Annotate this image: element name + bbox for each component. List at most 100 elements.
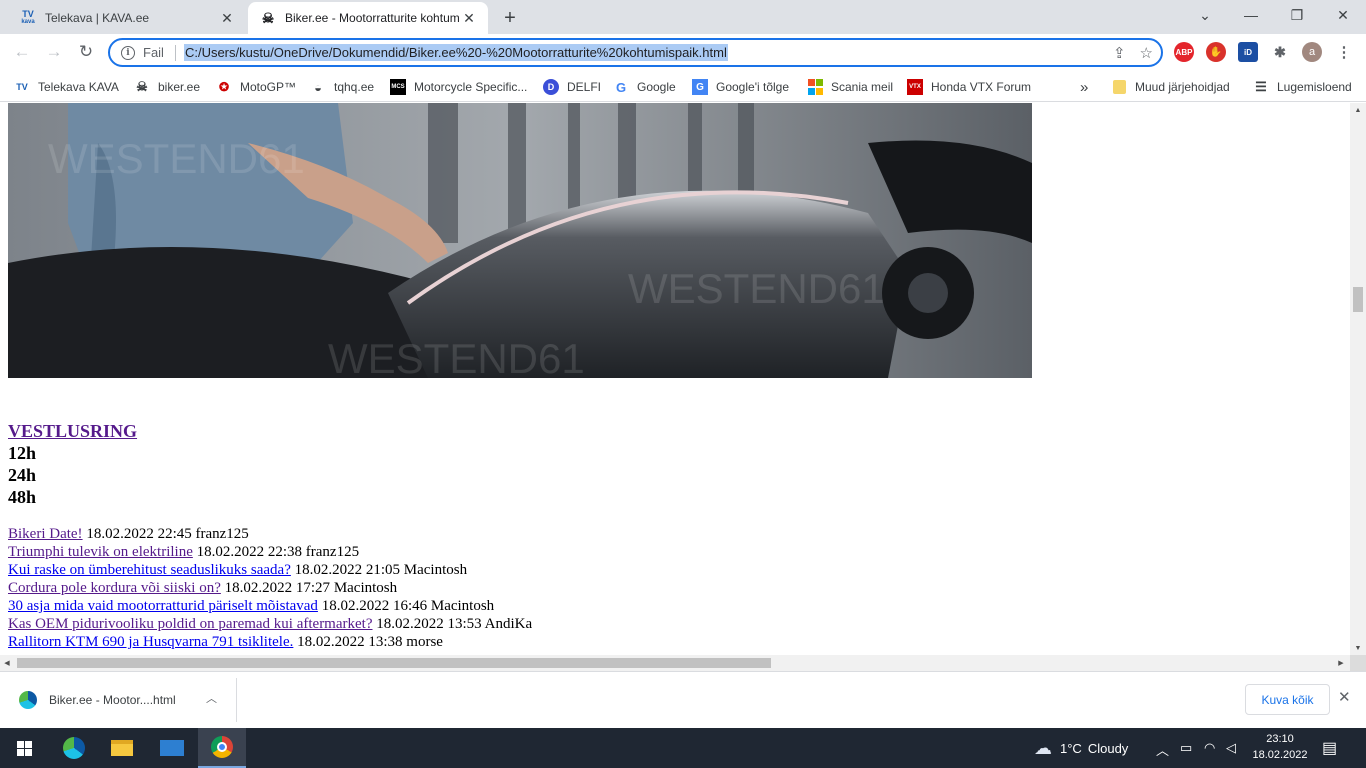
window-close-button[interactable]: ✕: [1320, 0, 1366, 30]
bookmark-biker[interactable]: ☠ biker.ee: [134, 77, 200, 97]
clock-time: 23:10: [1266, 733, 1294, 745]
minimize-button[interactable]: —: [1228, 0, 1274, 30]
bookmark-scania-mail[interactable]: Scania meil: [807, 77, 893, 97]
vertical-scroll-thumb[interactable]: [1353, 287, 1363, 312]
motorcycle-photo: WESTEND61 WESTEND61 WESTEND61: [8, 103, 1032, 378]
tab-title: Biker.ee - Mootorratturite kohtumispaik: [285, 11, 460, 25]
bookmark-google[interactable]: G Google: [613, 77, 676, 97]
other-bookmarks-folder[interactable]: Muud järjehoidjad: [1111, 77, 1230, 97]
mail-icon[interactable]: [148, 728, 196, 768]
scroll-down-arrow-icon[interactable]: ▼: [1350, 641, 1366, 655]
download-shelf: Biker.ee - Mootor....html ︿ Kuva kõik ✕: [0, 671, 1366, 728]
weather-desc: Cloudy: [1087, 740, 1129, 756]
period-12h[interactable]: 12h: [8, 443, 36, 464]
bookmark-google-translate[interactable]: G Google'i tõlge: [692, 77, 789, 97]
favicon-subtext: kava: [21, 19, 35, 25]
post-link[interactable]: Kas OEM pidurivooliku poldid on paremad …: [8, 616, 373, 632]
id-extension-icon[interactable]: iD: [1238, 42, 1258, 62]
profile-avatar[interactable]: a: [1302, 42, 1322, 62]
bookmark-motogp[interactable]: ✪ MotoGP™: [216, 77, 296, 97]
volume-icon[interactable]: ◁: [1226, 740, 1236, 756]
period-48h[interactable]: 48h: [8, 487, 36, 508]
post-date: 18.02.2022 21:05: [294, 562, 401, 578]
tab-strip: TV kava Telekava | KAVA.ee ✕ ☠ Biker.ee …: [0, 0, 1366, 34]
post-link[interactable]: Cordura pole kordura või siiski on?: [8, 580, 221, 596]
bookmark-mcs[interactable]: MCS Motorcycle Specific...: [390, 77, 527, 97]
tab-title: Telekava | KAVA.ee: [45, 11, 150, 25]
bookmark-label: Scania meil: [831, 80, 894, 94]
folder-icon: [1111, 79, 1127, 95]
edge-file-icon: [19, 691, 37, 709]
post-link[interactable]: 30 asja mida vaid mootorratturid pärisel…: [8, 598, 318, 614]
hero-motorcycle-image: WESTEND61 WESTEND61 WESTEND61: [8, 103, 1032, 378]
vertical-scrollbar[interactable]: ▲ ▼: [1350, 103, 1366, 655]
forward-button[interactable]: →: [40, 38, 68, 66]
period-24h[interactable]: 24h: [8, 465, 36, 486]
scroll-left-arrow-icon[interactable]: ◀: [0, 655, 14, 671]
skull-icon: ☠: [261, 9, 275, 26]
close-tab-icon[interactable]: ✕: [218, 9, 236, 27]
omnibox-divider: [174, 44, 176, 61]
motogp-icon: ✪: [218, 80, 230, 94]
battery-icon[interactable]: ▭: [1180, 740, 1192, 756]
bookmark-telekava[interactable]: TV Telekava KAVA: [14, 77, 119, 97]
horizontal-scrollbar[interactable]: ◀ ▶: [0, 655, 1350, 671]
edge-browser-icon[interactable]: [50, 728, 98, 768]
close-tab-icon[interactable]: ✕: [460, 9, 478, 27]
google-translate-icon: G: [692, 79, 708, 95]
show-all-downloads-button[interactable]: Kuva kõik: [1245, 684, 1330, 715]
post-link[interactable]: Bikeri Date!: [8, 526, 83, 542]
bookmarks-overflow-button[interactable]: »: [1080, 77, 1088, 97]
horizontal-scroll-thumb[interactable]: [17, 658, 771, 668]
info-icon[interactable]: i: [121, 45, 135, 60]
bookmark-star-icon[interactable]: ☆: [1140, 44, 1153, 62]
tab-telekava[interactable]: TV kava Telekava | KAVA.ee ✕: [8, 2, 246, 34]
chrome-icon[interactable]: [198, 728, 246, 768]
extensions-puzzle-icon[interactable]: ✱: [1270, 42, 1290, 62]
post-author: Macintosh: [430, 598, 495, 614]
system-clock[interactable]: 23:10 18.02.2022: [1250, 731, 1310, 763]
new-tab-button[interactable]: +: [498, 6, 522, 30]
bookmark-tqhq[interactable]: ◒ tqhq.ee: [310, 77, 374, 97]
bookmark-delfi[interactable]: D DELFI: [543, 77, 601, 97]
share-icon[interactable]: ⇪: [1113, 44, 1126, 62]
adblock-plus-icon[interactable]: ABP: [1174, 42, 1194, 62]
wifi-icon[interactable]: ◠: [1204, 740, 1215, 756]
scroll-up-arrow-icon[interactable]: ▲: [1350, 103, 1366, 117]
tray-chevron-up-icon[interactable]: ︿: [1156, 740, 1169, 759]
close-shelf-icon[interactable]: ✕: [1338, 688, 1351, 706]
url-text[interactable]: C:/Users/kustu/OneDrive/Dokumendid/Biker…: [183, 44, 728, 61]
chevron-up-icon[interactable]: ︿: [206, 690, 217, 706]
post-link[interactable]: Triumphi tulevik on elektriline: [8, 544, 193, 560]
notifications-icon[interactable]: ▤: [1322, 738, 1337, 758]
tab-search-icon[interactable]: ⌄: [1182, 0, 1228, 30]
restore-button[interactable]: ❐: [1274, 0, 1320, 30]
bookmark-honda-vtx[interactable]: VTX Honda VTX Forum: [907, 77, 1031, 97]
windows-start-icon[interactable]: [0, 728, 48, 768]
post-link[interactable]: Kui raske on ümberehitust seaduslikuks s…: [8, 562, 291, 578]
download-item[interactable]: Biker.ee - Mootor....html ︿: [0, 678, 237, 722]
menu-kebab-icon[interactable]: ⋮: [1334, 42, 1354, 62]
list-item: Kas OEM pidurivooliku poldid on paremad …: [8, 615, 532, 633]
list-item: Rallitorn KTM 690 ja Husqvarna 791 tsikl…: [8, 633, 532, 651]
post-author: Macintosh: [333, 580, 398, 596]
reload-button[interactable]: ↻: [72, 38, 100, 66]
tab-biker[interactable]: ☠ Biker.ee - Mootorratturite kohtumispai…: [248, 2, 488, 34]
skull-icon: ☠: [136, 79, 148, 94]
post-link[interactable]: Rallitorn KTM 690 ja Husqvarna 791 tsikl…: [8, 634, 293, 650]
post-author: AndiKa: [484, 616, 533, 632]
file-explorer-icon[interactable]: [98, 728, 146, 768]
download-filename: Biker.ee - Mootor....html: [49, 693, 176, 707]
tqhq-icon: ◒: [314, 79, 322, 95]
back-button[interactable]: ←: [8, 38, 36, 66]
address-bar[interactable]: i Fail C:/Users/kustu/OneDrive/Dokumendi…: [108, 38, 1163, 67]
delfi-icon: D: [543, 79, 559, 95]
list-item: 30 asja mida vaid mootorratturid pärisel…: [8, 597, 532, 615]
telekava-icon: TV: [16, 82, 28, 92]
chat-forum-link[interactable]: VESTLUSRING: [8, 421, 137, 442]
weather-widget[interactable]: ☁ 1°C Cloudy: [1034, 728, 1128, 768]
reading-list-button[interactable]: ☰ Lugemisloend: [1253, 77, 1352, 97]
list-item: Kui raske on ümberehitust seaduslikuks s…: [8, 561, 532, 579]
scroll-right-arrow-icon[interactable]: ▶: [1334, 655, 1348, 671]
ublock-icon[interactable]: ✋: [1206, 42, 1226, 62]
